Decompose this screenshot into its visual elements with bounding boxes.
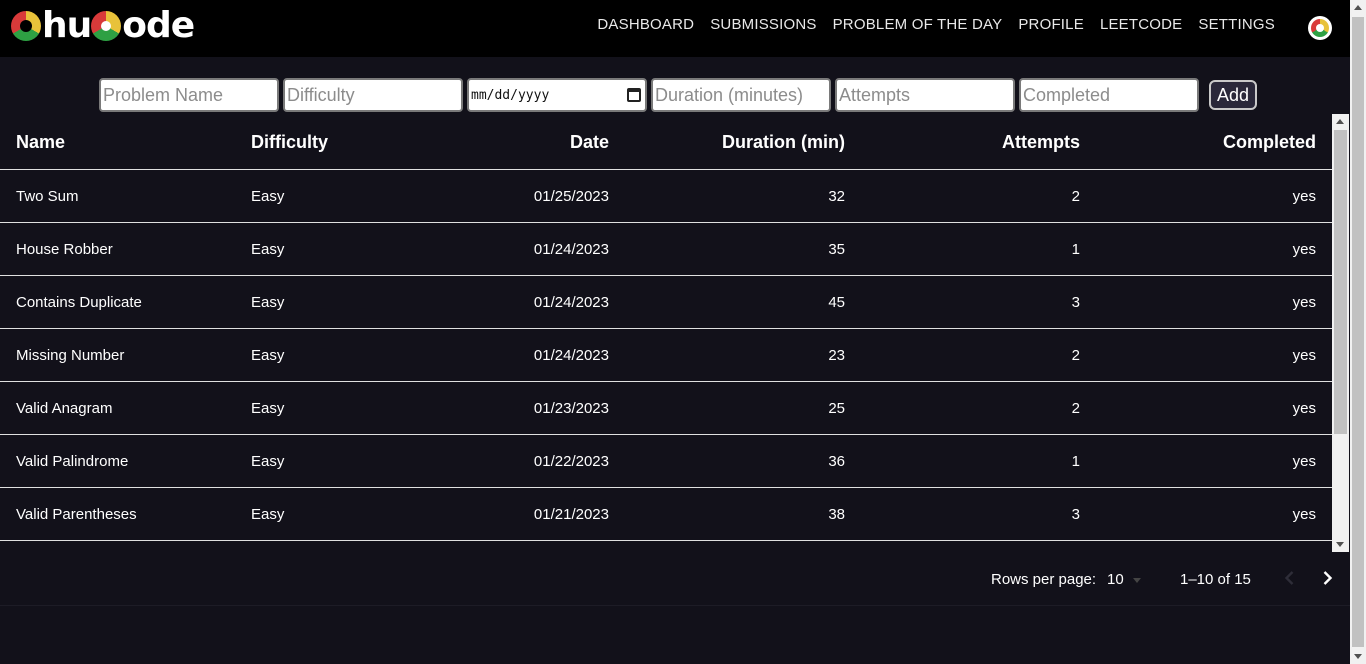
rows-per-page-value: 10 <box>1107 571 1124 588</box>
cell-attempts: 1 <box>1071 453 1080 470</box>
nav-link-settings[interactable]: SETTINGS <box>1198 17 1275 33</box>
page-scroll-thumb[interactable] <box>1352 17 1364 647</box>
table-scroll-thumb[interactable] <box>1334 130 1347 434</box>
cell-duration: 35 <box>828 241 845 258</box>
cell-attempts: 2 <box>1071 188 1080 205</box>
caret-down-icon <box>1133 578 1141 583</box>
duration-input[interactable] <box>651 78 831 112</box>
cell-attempts: 2 <box>1071 400 1080 417</box>
cell-name: Contains Duplicate <box>16 294 142 311</box>
cell-date: 01/22/2023 <box>533 453 609 470</box>
cell-name: House Robber <box>16 241 113 258</box>
cell-difficulty: Easy <box>251 188 285 205</box>
cell-completed: yes <box>1292 241 1316 258</box>
cell-difficulty: Easy <box>251 400 285 417</box>
cell-date: 01/24/2023 <box>533 294 609 311</box>
table-row[interactable]: Valid Anagram Easy 01/23/2023 25 2 yes <box>0 382 1332 435</box>
table-row[interactable]: Two Sum Easy 01/25/2023 32 2 yes <box>0 170 1332 223</box>
nav-link-dashboard[interactable]: DASHBOARD <box>597 17 694 33</box>
date-input-placeholder: mm/dd/yyyy <box>471 87 550 103</box>
logo-c-mark-icon <box>11 11 41 41</box>
date-input[interactable]: mm/dd/yyyy <box>467 78 647 112</box>
cell-duration: 25 <box>828 400 845 417</box>
column-header-completed[interactable]: Completed <box>1223 132 1316 153</box>
cell-duration: 38 <box>828 506 845 523</box>
add-button[interactable]: Add <box>1209 80 1257 110</box>
add-problem-form: mm/dd/yyyy Add <box>99 78 1257 112</box>
cell-name: Two Sum <box>16 188 79 205</box>
table-row[interactable]: Contains Duplicate Easy 01/24/2023 45 3 … <box>0 276 1332 329</box>
cell-name: Valid Anagram <box>16 400 113 417</box>
cell-duration: 32 <box>828 188 845 205</box>
cell-date: 01/24/2023 <box>533 347 609 364</box>
cell-completed: yes <box>1292 453 1316 470</box>
cell-completed: yes <box>1292 294 1316 311</box>
submissions-table-container: Name Difficulty Date Duration (min) Atte… <box>0 114 1350 552</box>
cell-date: 01/23/2023 <box>533 400 609 417</box>
cell-duration: 23 <box>828 347 845 364</box>
nav-link-problem-of-the-day[interactable]: PROBLEM OF THE DAY <box>833 17 1003 33</box>
difficulty-input[interactable] <box>283 78 463 112</box>
cell-completed: yes <box>1292 188 1316 205</box>
logo-c-mark-icon-2 <box>91 11 122 41</box>
nav-links: DASHBOARD SUBMISSIONS PROBLEM OF THE DAY… <box>597 17 1275 33</box>
cell-difficulty: Easy <box>251 453 285 470</box>
page-scrollbar[interactable] <box>1350 0 1366 664</box>
logo-text-ode: ode <box>122 5 195 46</box>
cell-duration: 45 <box>828 294 845 311</box>
table-header-row: Name Difficulty Date Duration (min) Atte… <box>0 114 1332 170</box>
cell-completed: yes <box>1292 347 1316 364</box>
cell-difficulty: Easy <box>251 506 285 523</box>
cell-attempts: 3 <box>1071 294 1080 311</box>
cell-difficulty: Easy <box>251 241 285 258</box>
app-logo[interactable]: hu ode <box>11 5 195 46</box>
submissions-table: Name Difficulty Date Duration (min) Atte… <box>0 114 1332 552</box>
cell-name: Valid Palindrome <box>16 453 129 470</box>
cell-attempts: 3 <box>1071 506 1080 523</box>
top-navbar: hu ode DASHBOARD SUBMISSIONS PROBLEM OF … <box>0 0 1350 57</box>
calendar-icon[interactable] <box>627 88 641 102</box>
cell-difficulty: Easy <box>251 347 285 364</box>
cell-date: 01/21/2023 <box>533 506 609 523</box>
cell-attempts: 2 <box>1071 347 1080 364</box>
scroll-up-arrow-icon[interactable] <box>1336 119 1344 124</box>
cell-name: Valid Parentheses <box>16 506 137 523</box>
attempts-input[interactable] <box>835 78 1015 112</box>
cell-name: Missing Number <box>16 347 125 364</box>
table-pagination: Rows per page: 10 1–10 of 15 <box>0 552 1350 606</box>
chevron-right-icon[interactable] <box>1317 568 1337 588</box>
nav-link-leetcode[interactable]: LEETCODE <box>1100 17 1182 33</box>
column-header-date[interactable]: Date <box>570 132 609 153</box>
table-row[interactable]: Valid Palindrome Easy 01/22/2023 36 1 ye… <box>0 435 1332 488</box>
problem-name-input[interactable] <box>99 78 279 112</box>
cell-completed: yes <box>1292 400 1316 417</box>
column-header-duration[interactable]: Duration (min) <box>722 132 845 153</box>
scroll-down-arrow-icon[interactable] <box>1336 542 1344 547</box>
rows-per-page-label: Rows per page: <box>991 571 1097 588</box>
cell-attempts: 1 <box>1071 241 1080 258</box>
column-header-difficulty[interactable]: Difficulty <box>251 132 328 153</box>
rows-per-page-select[interactable]: 10 <box>1107 571 1143 588</box>
column-header-name[interactable]: Name <box>16 132 65 153</box>
cell-difficulty: Easy <box>251 294 285 311</box>
page-scroll-down-arrow-icon[interactable] <box>1354 654 1362 659</box>
table-row[interactable]: Valid Parentheses Easy 01/21/2023 38 3 y… <box>0 488 1332 541</box>
table-scrollbar[interactable] <box>1332 114 1349 552</box>
chevron-left-icon[interactable] <box>1280 568 1300 588</box>
table-row[interactable]: House Robber Easy 01/24/2023 35 1 yes <box>0 223 1332 276</box>
table-row[interactable]: Missing Number Easy 01/24/2023 23 2 yes <box>0 329 1332 382</box>
cell-date: 01/24/2023 <box>533 241 609 258</box>
page-range-text: 1–10 of 15 <box>1180 571 1251 588</box>
logo-text-hu: hu <box>42 5 92 46</box>
avatar-icon[interactable] <box>1308 16 1332 40</box>
cell-duration: 36 <box>828 453 845 470</box>
completed-input[interactable] <box>1019 78 1199 112</box>
nav-link-submissions[interactable]: SUBMISSIONS <box>710 17 816 33</box>
page-scroll-up-arrow-icon[interactable] <box>1354 5 1362 10</box>
cell-completed: yes <box>1292 506 1316 523</box>
cell-date: 01/25/2023 <box>533 188 609 205</box>
nav-link-profile[interactable]: PROFILE <box>1018 17 1084 33</box>
column-header-attempts[interactable]: Attempts <box>1002 132 1080 153</box>
